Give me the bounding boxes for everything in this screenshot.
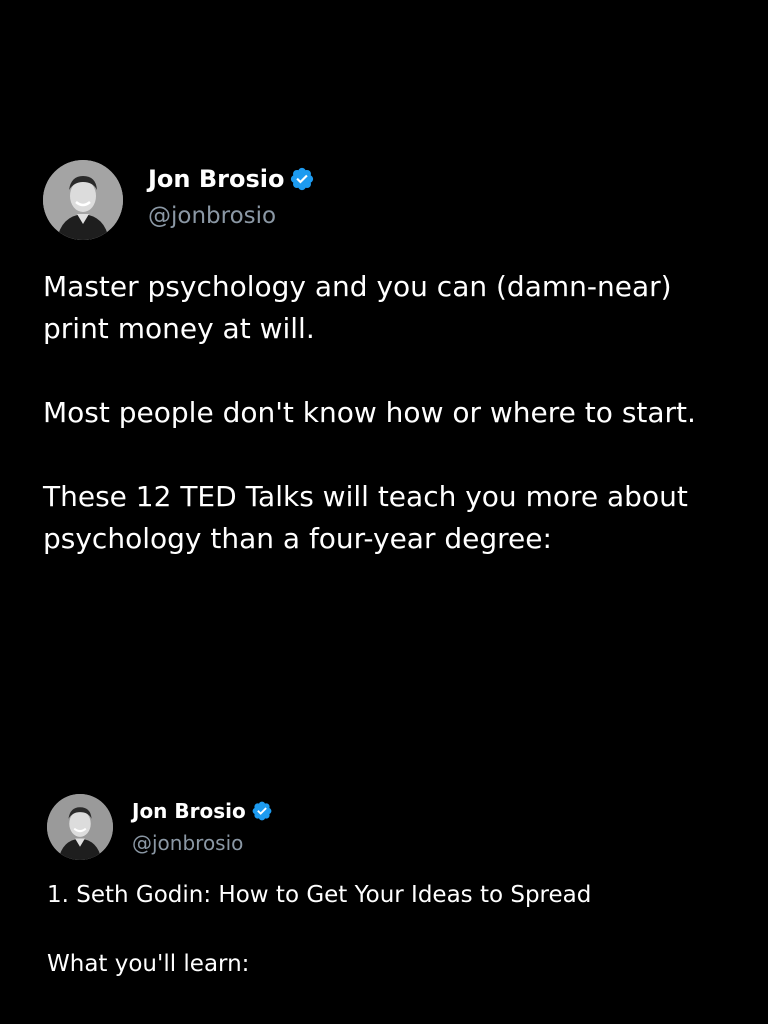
avatar[interactable] <box>43 160 123 240</box>
tweet-reply[interactable]: Jon Brosio @jonbrosio 1. Seth Godin: How… <box>0 793 768 977</box>
tweet-header: Jon Brosio @jonbrosio <box>0 158 768 248</box>
tweet-main[interactable]: Jon Brosio @jonbrosio Master psychology … <box>0 158 768 555</box>
verified-badge-icon <box>289 166 315 192</box>
display-name[interactable]: Jon Brosio <box>132 799 246 823</box>
handle[interactable]: @jonbrosio <box>148 203 276 229</box>
tweet-text: Master psychology and you can (damn-near… <box>43 266 743 602</box>
tweet-paragraph: These 12 TED Talks will teach you more a… <box>43 480 688 555</box>
tweet-paragraph: 1. Seth Godin: How to Get Your Ideas to … <box>47 882 592 908</box>
name-row: Jon Brosio <box>132 799 273 823</box>
tweet-text: 1. Seth Godin: How to Get Your Ideas to … <box>47 877 747 1015</box>
handle[interactable]: @jonbrosio <box>132 831 243 855</box>
avatar[interactable] <box>47 794 113 860</box>
tweet-header: Jon Brosio @jonbrosio <box>0 793 768 883</box>
name-row: Jon Brosio <box>148 165 315 193</box>
display-name[interactable]: Jon Brosio <box>148 165 284 193</box>
verified-badge-icon <box>251 800 273 822</box>
avatar-image <box>47 794 113 860</box>
avatar-image <box>43 160 123 240</box>
tweet-paragraph: Master psychology and you can (damn-near… <box>43 270 672 345</box>
tweet-paragraph: Most people don't know how or where to s… <box>43 396 696 429</box>
tweet-paragraph: What you'll learn: <box>47 951 250 977</box>
